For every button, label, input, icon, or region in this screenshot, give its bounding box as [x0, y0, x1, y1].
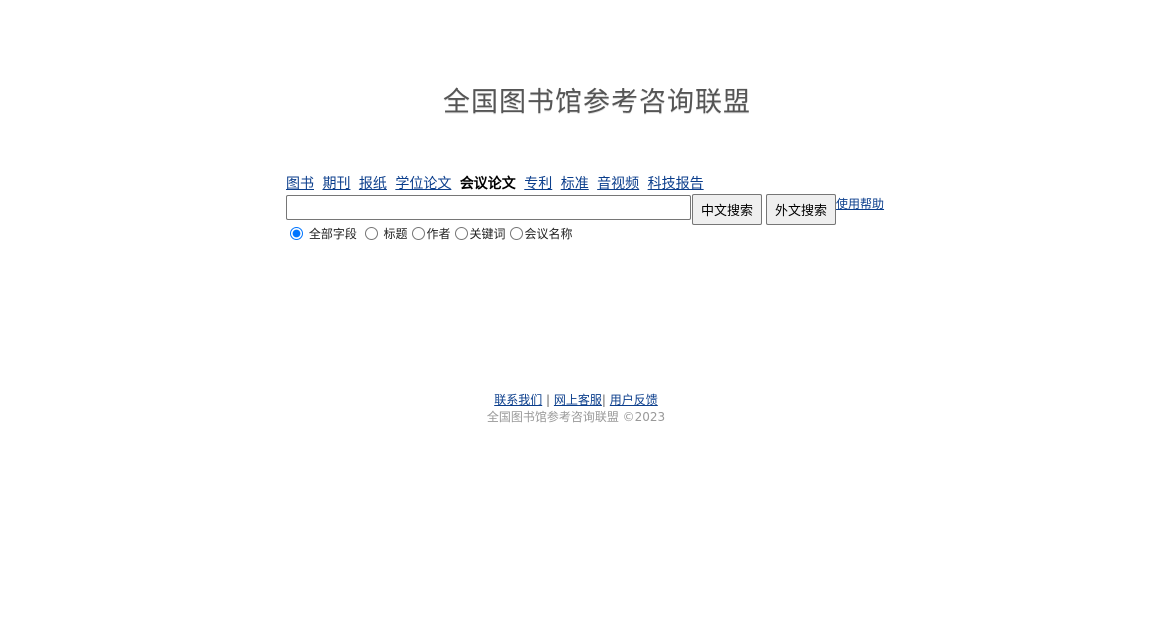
nav-item-newspapers[interactable]: 报纸 [359, 176, 387, 192]
search-field-options: 全部字段 标题 作者 关键词 会议名称 [286, 226, 906, 242]
field-label-author: 作者 [426, 227, 451, 241]
field-option-all[interactable]: 全部字段 [286, 227, 357, 241]
field-radio-conference-name[interactable] [509, 227, 523, 240]
search-row: 中文搜索 外文搜索 使用帮助 [286, 194, 906, 226]
nav-item-conference-papers-active[interactable]: 会议论文 [460, 176, 516, 192]
nav-item-standards[interactable]: 标准 [561, 176, 589, 192]
foreign-search-button[interactable]: 外文搜索 [766, 194, 837, 225]
nav-item-journals[interactable]: 期刊 [322, 176, 350, 192]
field-option-conference-name[interactable]: 会议名称 [506, 227, 573, 241]
page: 全国图书馆参考咨询联盟 图书 期刊 报纸 学位论文 会议论文 专利 标准 音视频… [0, 0, 1165, 623]
footer: 联系我们 | 网上客服| 用户反馈 全国图书馆参考咨询联盟 ©2023 [0, 392, 1152, 426]
search-area: 图书 期刊 报纸 学位论文 会议论文 专利 标准 音视频 科技报告 中文搜索 外… [286, 175, 906, 242]
chinese-search-button[interactable]: 中文搜索 [692, 194, 763, 225]
copyright-text: 全国图书馆参考咨询联盟 ©2023 [486, 410, 666, 424]
field-radio-keyword[interactable] [454, 227, 468, 240]
field-label-title: 标题 [383, 227, 408, 241]
online-service-link[interactable]: 网上客服 [554, 393, 602, 407]
nav-item-patents[interactable]: 专利 [524, 176, 552, 192]
field-option-keyword[interactable]: 关键词 [451, 227, 506, 241]
nav-item-audio-video[interactable]: 音视频 [597, 176, 639, 192]
search-input[interactable] [286, 195, 691, 220]
field-option-title[interactable]: 标题 [361, 227, 408, 241]
site-logo-title: 全国图书馆参考咨询联盟 [443, 87, 751, 118]
field-label-keyword: 关键词 [469, 227, 506, 241]
field-radio-title[interactable] [364, 227, 378, 240]
contact-us-link[interactable]: 联系我们 [494, 393, 542, 407]
field-radio-author[interactable] [411, 227, 425, 240]
footer-links: 联系我们 | 网上客服| 用户反馈 [0, 392, 1152, 409]
field-radio-all[interactable] [290, 227, 303, 240]
user-feedback-link[interactable]: 用户反馈 [610, 393, 658, 407]
field-option-author[interactable]: 作者 [408, 227, 451, 241]
field-label-conference-name: 会议名称 [524, 227, 573, 241]
footer-separator: | [546, 393, 551, 407]
field-label-all: 全部字段 [308, 227, 357, 241]
nav-item-books[interactable]: 图书 [286, 176, 314, 192]
footer-separator: | [601, 393, 606, 407]
nav-item-theses[interactable]: 学位论文 [395, 176, 451, 192]
nav-item-tech-reports[interactable]: 科技报告 [648, 176, 704, 192]
help-link[interactable]: 使用帮助 [836, 195, 884, 212]
category-nav: 图书 期刊 报纸 学位论文 会议论文 专利 标准 音视频 科技报告 [286, 175, 906, 193]
